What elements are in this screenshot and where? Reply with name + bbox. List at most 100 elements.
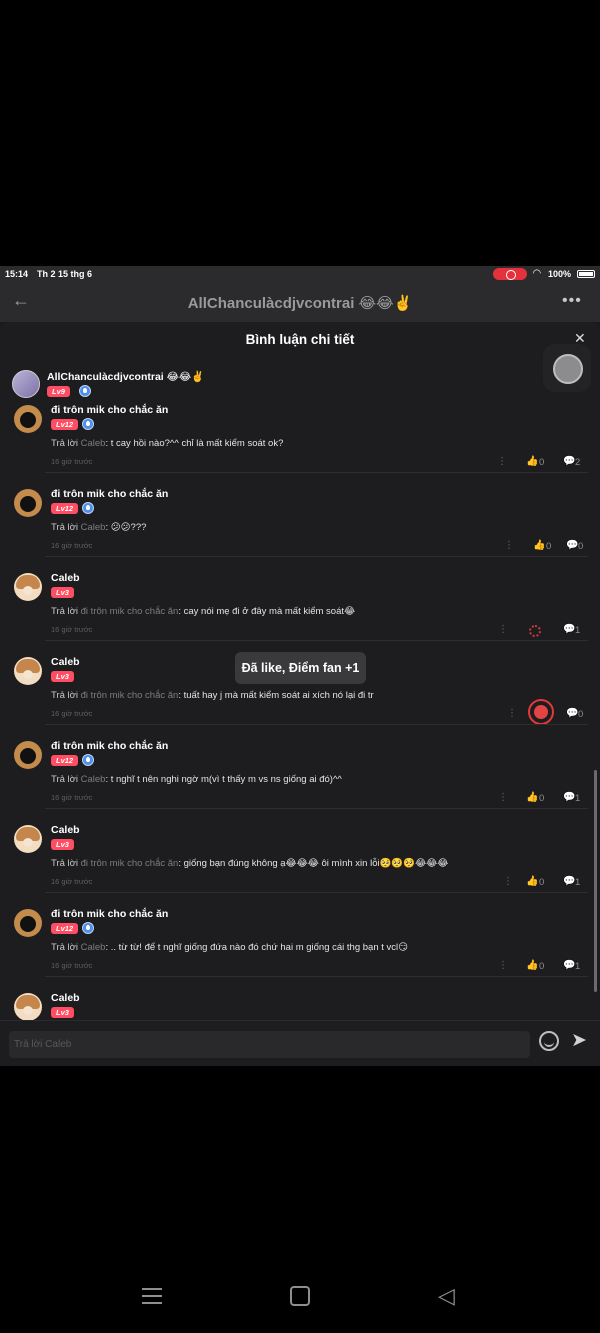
reply-body: : .. từ từ! để t nghĩ giống đứa nào đó c… <box>105 942 409 953</box>
avatar[interactable] <box>14 993 42 1021</box>
thumbs-up-icon[interactable]: 👍 <box>533 540 545 551</box>
reply-target[interactable]: Caleb <box>81 942 106 953</box>
reply-body: : tuất hay j mà mất kiểm soát ai xích nó… <box>178 690 374 701</box>
thumbs-up-icon[interactable]: 👍 <box>526 960 538 971</box>
more-vertical-icon[interactable]: ⋮ <box>504 540 514 551</box>
scrollbar[interactable] <box>594 770 597 992</box>
avatar[interactable] <box>14 405 42 433</box>
avatar[interactable] <box>14 825 42 853</box>
thumbs-up-icon[interactable]: 👍 <box>526 456 538 467</box>
reply-username[interactable]: Caleb <box>51 992 80 1004</box>
sheet-title: Bình luận chi tiết <box>245 332 355 347</box>
reply-username[interactable]: Caleb <box>51 656 80 668</box>
thumbs-up-icon[interactable]: 👍 <box>526 792 538 803</box>
verified-icon <box>79 385 91 397</box>
divider <box>45 640 588 641</box>
reply-time: 16 giờ trước <box>51 709 93 718</box>
reply-text[interactable]: Trả lời Caleb: t nghĩ t nên nghi ngờ m(v… <box>51 774 342 785</box>
avatar[interactable] <box>14 489 42 517</box>
level-badge: Lv3 <box>51 587 74 598</box>
avatar[interactable] <box>14 657 42 685</box>
wifi-icon: ◠ <box>533 268 541 279</box>
verified-icon <box>82 922 94 934</box>
screen-record-icon[interactable] <box>493 268 527 280</box>
level-badge: Lv12 <box>51 419 79 430</box>
reply-target[interactable]: Caleb <box>81 774 106 785</box>
level-badge: Lv12 <box>51 503 79 514</box>
thumbs-up-icon[interactable]: 👍 <box>526 876 538 887</box>
reply-time: 16 giờ trước <box>51 793 93 802</box>
like-loading-icon[interactable] <box>529 625 541 637</box>
reply-target[interactable]: Caleb <box>81 438 106 449</box>
level-badge: Lv3 <box>51 839 74 850</box>
more-vertical-icon[interactable]: ⋮ <box>497 456 507 467</box>
thumbs-up-active-icon[interactable] <box>528 699 554 725</box>
reply-time: 16 giờ trước <box>51 457 93 466</box>
reply-text[interactable]: Trả lời đi trôn mik cho chắc ăn: cay nói… <box>51 606 355 617</box>
like-count: 0 <box>539 793 545 804</box>
reply-time: 16 giờ trước <box>51 625 93 634</box>
more-vertical-icon[interactable]: ⋮ <box>498 792 508 803</box>
reply-bubble-icon[interactable]: 💬 <box>563 456 575 467</box>
reply-target[interactable]: đi trôn mik cho chắc ăn <box>81 690 179 701</box>
divider <box>45 472 588 473</box>
more-vertical-icon[interactable]: ⋮ <box>503 876 513 887</box>
status-time: 15:14 <box>5 269 29 279</box>
app-title: AllChanculàcdjvcontrai 😂😂✌️ <box>187 295 413 312</box>
reply-username[interactable]: Caleb <box>51 572 80 584</box>
main-comment-username[interactable]: AllChanculàcdjvcontrai 😂😂✌️ <box>47 370 204 383</box>
back-triangle-icon[interactable]: ◁ <box>438 1283 455 1309</box>
verified-icon <box>82 418 94 430</box>
reply-username[interactable]: đi trôn mik cho chắc ăn <box>51 404 168 416</box>
emoji-icon[interactable] <box>539 1031 559 1051</box>
more-vertical-icon[interactable]: ⋮ <box>507 708 517 719</box>
reply-username[interactable]: đi trôn mik cho chắc ăn <box>51 740 168 752</box>
reply-username[interactable]: Caleb <box>51 824 80 836</box>
reply-text[interactable]: Trả lời Caleb: .. từ từ! để t nghĩ giống… <box>51 942 408 953</box>
ellipsis-icon[interactable]: ••• <box>562 292 582 310</box>
reply-count: 0 <box>578 541 584 552</box>
reply-text[interactable]: Trả lời Caleb: 😕😕??? <box>51 522 146 533</box>
reply-body: : 😕😕??? <box>105 522 147 533</box>
reply-bubble-icon[interactable]: 💬 <box>563 792 575 803</box>
floating-assistive-button[interactable] <box>543 344 591 392</box>
reply-prefix: Trả lời <box>51 438 81 449</box>
reply-text[interactable]: Trả lời đi trôn mik cho chắc ăn: giống b… <box>51 858 448 869</box>
recent-apps-icon[interactable] <box>142 1286 162 1306</box>
reply-count: 1 <box>575 793 581 804</box>
divider <box>45 808 588 809</box>
send-icon[interactable]: ➤ <box>571 1029 587 1052</box>
reply-count: 1 <box>575 961 581 972</box>
reply-count: 2 <box>575 457 581 468</box>
reply-bubble-icon[interactable]: 💬 <box>563 876 575 887</box>
reply-prefix: Trả lời <box>51 522 81 533</box>
level-badge: Lv3 <box>51 671 74 682</box>
reply-target[interactable]: Caleb <box>81 522 106 533</box>
avatar[interactable] <box>14 909 42 937</box>
reply-bubble-icon[interactable]: 💬 <box>563 624 575 635</box>
avatar[interactable] <box>14 741 42 769</box>
avatar[interactable] <box>14 573 42 601</box>
reply-bubble-icon[interactable]: 💬 <box>566 540 578 551</box>
reply-username[interactable]: đi trôn mik cho chắc ăn <box>51 908 168 920</box>
more-vertical-icon[interactable]: ⋮ <box>498 624 508 635</box>
reply-target[interactable]: đi trôn mik cho chắc ăn <box>81 606 179 617</box>
reply-body: : t cay hồi nào?^^ chỉ là mất kiểm soát … <box>105 438 284 449</box>
reply-text[interactable]: Trả lời đi trôn mik cho chắc ăn: tuất ha… <box>51 690 374 701</box>
reply-count: 1 <box>575 877 581 888</box>
like-count: 0 <box>539 961 545 972</box>
reply-time: 16 giờ trước <box>51 541 93 550</box>
reply-text[interactable]: Trả lời Caleb: t cay hồi nào?^^ chỉ là m… <box>51 438 283 449</box>
reply-body: : giống bạn đúng không ạ😂😂😂 ôi mình xin … <box>178 858 449 869</box>
level-badge: Lv12 <box>51 755 79 766</box>
reply-input[interactable] <box>9 1031 530 1058</box>
home-icon[interactable] <box>290 1286 310 1306</box>
reply-prefix: Trả lời <box>51 942 81 953</box>
reply-bubble-icon[interactable]: 💬 <box>563 960 575 971</box>
reply-body: : t nghĩ t nên nghi ngờ m(vì t thấy m vs… <box>105 774 342 785</box>
reply-bubble-icon[interactable]: 💬 <box>566 708 578 719</box>
reply-target[interactable]: đi trôn mik cho chắc ăn <box>81 858 179 869</box>
avatar[interactable] <box>12 370 40 398</box>
reply-username[interactable]: đi trôn mik cho chắc ăn <box>51 488 168 500</box>
more-vertical-icon[interactable]: ⋮ <box>498 960 508 971</box>
